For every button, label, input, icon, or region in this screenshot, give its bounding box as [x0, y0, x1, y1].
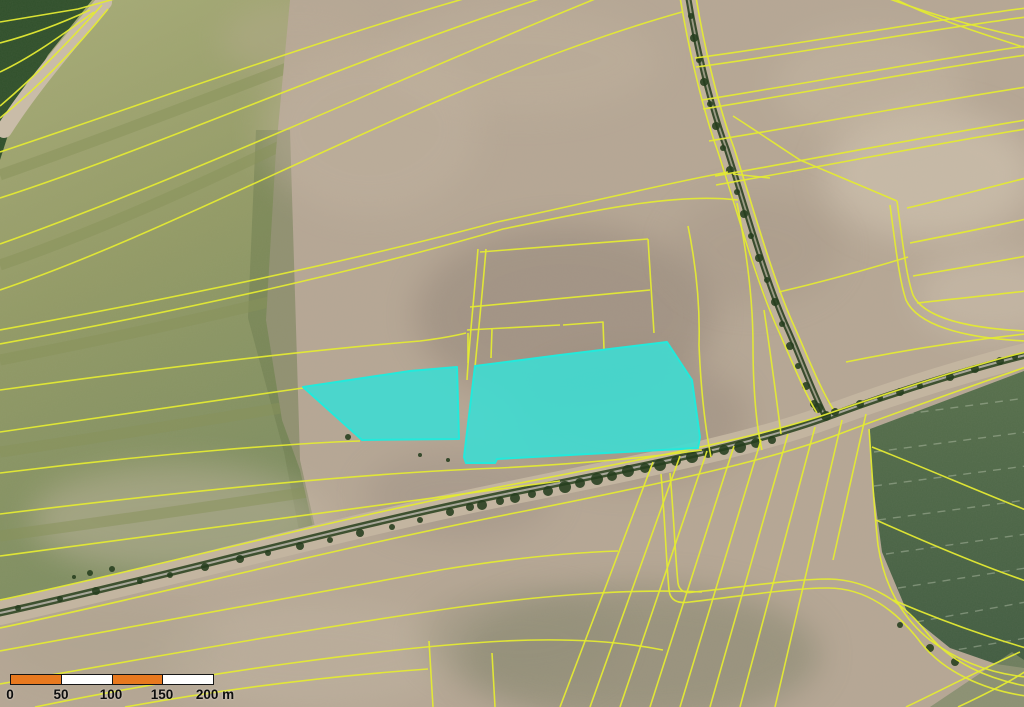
- scale-bar-segment: [112, 675, 163, 684]
- scale-bar-track: [10, 674, 214, 685]
- scale-bar-label: 100: [100, 687, 123, 702]
- scale-bar-segment: [11, 675, 61, 684]
- scale-bar-labels: 0 50 100 150 200 m: [10, 687, 214, 703]
- scale-bar-label: 200 m: [196, 687, 234, 702]
- scale-bar-label: 0: [6, 687, 14, 702]
- scale-bar: 0 50 100 150 200 m: [10, 674, 214, 703]
- aerial-map: [0, 0, 1024, 707]
- scale-bar-label: 50: [53, 687, 68, 702]
- scale-bar-segment: [162, 675, 213, 684]
- map-viewport[interactable]: 0 50 100 150 200 m: [0, 0, 1024, 707]
- scale-bar-label: 150: [151, 687, 174, 702]
- scale-bar-segment: [61, 675, 112, 684]
